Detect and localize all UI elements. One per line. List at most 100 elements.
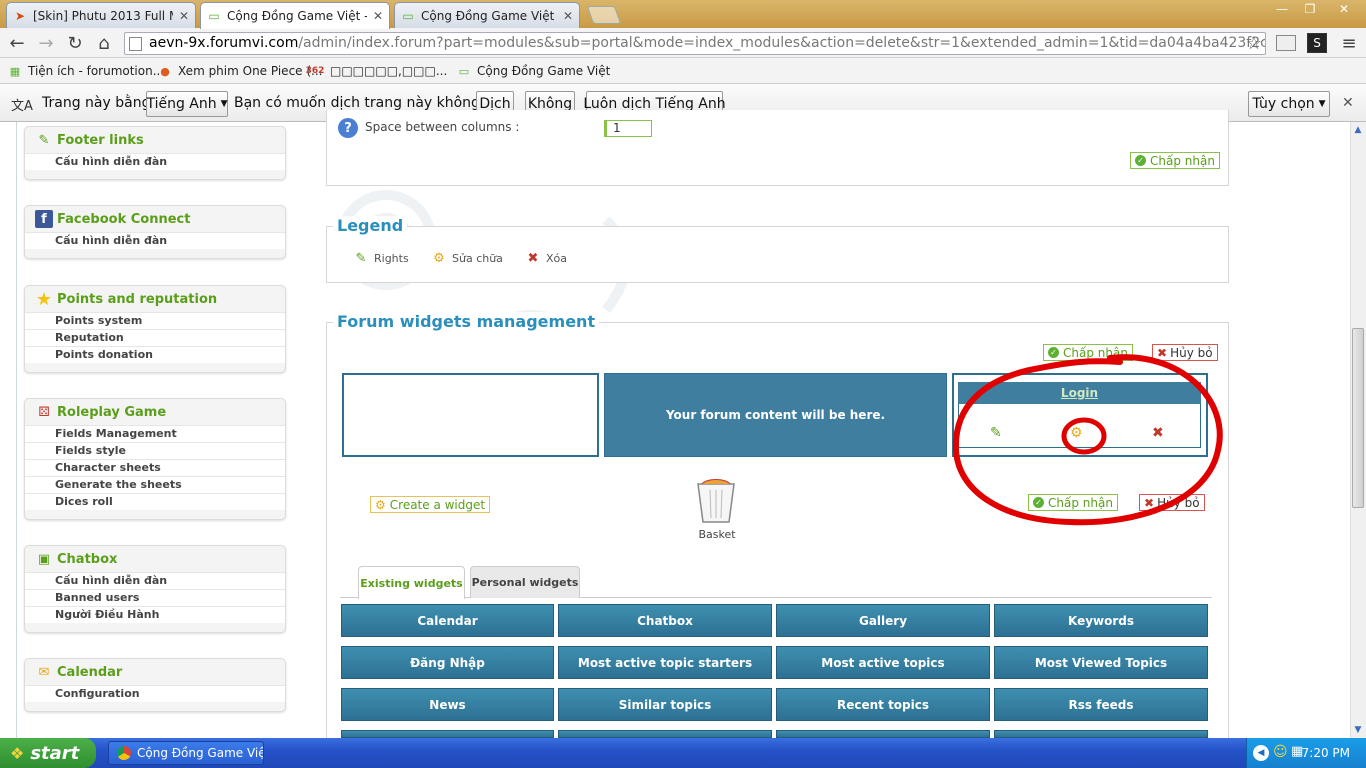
sidebar-box-chatbox: ▣ Chatbox Cấu hình diễn đàn Banned users … <box>24 545 286 633</box>
home-icon[interactable]: ⌂ <box>93 32 115 54</box>
sidebar-item-chatbox-config[interactable]: Cấu hình diễn đàn <box>25 572 285 589</box>
system-tray: ◀ ☺ ▦ 7:20 PM <box>1246 738 1366 768</box>
bookmark-star-icon[interactable]: ☆ <box>1243 32 1265 54</box>
address-bar[interactable]: aevn-9x.forumvi.com/admin/index.forum?pa… <box>124 32 1266 55</box>
sidebar-box-roleplay: ⚄ Roleplay Game Fields Management Fields … <box>24 398 286 520</box>
close-translate-icon[interactable]: ✕ <box>1342 95 1354 111</box>
widget-active-starters[interactable]: Most active topic starters <box>558 646 772 679</box>
widget-viewed-topics[interactable]: Most Viewed Topics <box>994 646 1208 679</box>
close-tab-icon[interactable]: ✕ <box>179 9 189 23</box>
left-widget-column[interactable] <box>342 373 599 457</box>
bookmark-cong-dong[interactable]: ▭ Cộng Đồng Game Việt <box>457 62 611 80</box>
help-icon: ? <box>338 118 358 138</box>
close-tab-icon[interactable]: ✕ <box>563 9 573 23</box>
edit-gear-icon: ⚙ <box>433 250 445 266</box>
widget-recent-topics[interactable]: Recent topics <box>776 688 990 721</box>
speech-bubble-icon: ▭ <box>208 9 220 23</box>
browser-tab-welcome[interactable]: ▭ Cộng Đồng Game Việt - Welc ✕ <box>200 2 390 29</box>
bookmark-tien-ich[interactable]: ▦ Tiện ích - forumotion... <box>8 62 164 80</box>
menu-icon[interactable]: ≡ <box>1338 32 1360 54</box>
facebook-icon: f <box>35 210 53 228</box>
bird-icon: ➤ <box>14 8 26 23</box>
browser-tab-drge[interactable]: ▭ Cộng Đồng Game Việt | DrGe ✕ <box>394 2 580 28</box>
widget-keywords[interactable]: Keywords <box>994 604 1208 637</box>
sidebar-item-character-sheets[interactable]: Character sheets <box>25 459 285 476</box>
footer-links-icon: ✎ <box>38 132 50 148</box>
widget-row-partial[interactable] <box>341 730 554 738</box>
sidebar-item-points-system[interactable]: Points system <box>25 312 285 329</box>
restore-icon[interactable]: ❐ <box>1296 0 1324 18</box>
tab-existing-widgets[interactable]: Existing widgets <box>358 566 465 599</box>
widget-news[interactable]: News <box>341 688 554 721</box>
forward-icon[interactable]: → <box>35 32 57 54</box>
widget-similar-topics[interactable]: Similar topics <box>558 688 772 721</box>
widget-row-partial[interactable] <box>776 730 990 738</box>
sidebar-item-calendar-config[interactable]: Configuration <box>25 685 285 702</box>
forum-content-placeholder: Your forum content will be here. <box>604 373 947 457</box>
extension-s-icon[interactable]: S <box>1307 33 1327 53</box>
widget-row-partial[interactable] <box>994 730 1208 738</box>
browser-tab-skin[interactable]: ➤ [Skin] Phutu 2013 Full MOD ✕ <box>6 2 196 28</box>
tray-smiley-icon[interactable]: ☺ <box>1273 744 1288 760</box>
space-columns-label: Space between columns : <box>365 120 520 134</box>
sidebar-box-points: ★ Points and reputation Points system Rep… <box>24 285 286 373</box>
scroll-up-icon[interactable]: ▲ <box>1350 122 1366 138</box>
settings-accept-button[interactable]: ✓ Chấp nhận <box>1130 152 1220 169</box>
red-annotation <box>952 354 1223 526</box>
translate-prefix: Trang này bằng <box>42 95 151 111</box>
address-host: aevn-9x.forumvi.com <box>149 35 299 51</box>
check-icon: ✓ <box>1135 155 1146 166</box>
scrollbar-thumb[interactable] <box>1352 328 1364 508</box>
sidebar-item-generate-sheets[interactable]: Generate the sheets <box>25 476 285 493</box>
dice-icon: ⚄ <box>38 404 50 420</box>
widget-gallery[interactable]: Gallery <box>776 604 990 637</box>
extension-icon[interactable] <box>1276 35 1296 51</box>
bookmark-one-piece[interactable]: ● Xem phim One Piece (... <box>158 62 322 80</box>
widget-chatbox[interactable]: Chatbox <box>558 604 772 637</box>
delete-x-icon: ✖ <box>527 250 539 266</box>
sidebar-item-fields-management[interactable]: Fields Management <box>25 425 285 442</box>
reload-icon[interactable]: ↻ <box>64 32 86 54</box>
space-columns-input[interactable]: 1 <box>604 120 652 137</box>
window-close-icon[interactable]: ✕ <box>1326 0 1362 18</box>
sidebar-item-footer-config[interactable]: Cấu hình diễn đàn <box>25 153 285 170</box>
sidebar-item-points-donation[interactable]: Points donation <box>25 346 285 363</box>
edit-gear-icon: ⚙ <box>375 497 386 512</box>
sidebar-item-dices-roll[interactable]: Dices roll <box>25 493 285 510</box>
scroll-down-icon[interactable]: ▼ <box>1350 722 1366 738</box>
tray-network-icon[interactable]: ▦ <box>1291 744 1303 759</box>
chevron-down-icon: ▼ <box>220 99 228 109</box>
sidebar-item-moderators[interactable]: Người Điều Hành <box>25 606 285 623</box>
start-button[interactable]: ❖ start <box>0 738 96 768</box>
sidebar-item-banned-users[interactable]: Banned users <box>25 589 285 606</box>
legend-title: Legend <box>333 216 408 235</box>
widget-row-partial[interactable] <box>558 730 772 738</box>
star-icon: ★ <box>35 288 53 310</box>
bookmark-362[interactable]: 362 □□□□□□,□□□... <box>306 62 448 80</box>
close-tab-icon[interactable]: ✕ <box>373 9 383 23</box>
language-select[interactable]: Tiếng Anh ▼ <box>146 91 228 117</box>
legend-item-edit: ⚙ Sửa chữa <box>430 250 503 266</box>
back-icon[interactable]: ← <box>6 32 28 54</box>
taskbar-chrome-window[interactable]: Cộng Đồng Game Việ... <box>108 741 264 765</box>
tray-arrow-icon[interactable]: ◀ <box>1253 745 1269 761</box>
windows-logo-icon: ❖ <box>10 743 25 763</box>
tab-personal-widgets[interactable]: Personal widgets <box>470 566 580 598</box>
create-widget-button[interactable]: ⚙ Create a widget <box>370 496 491 513</box>
address-path: /admin/index.forum?part=modules&sub=port… <box>298 35 1265 51</box>
sidebar-item-reputation[interactable]: Reputation <box>25 329 285 346</box>
sidebar-box-footer-links: ✎ Footer links Cấu hình diễn đàn <box>24 126 286 180</box>
clock: 7:20 PM <box>1301 746 1350 760</box>
rights-icon: ✎ <box>355 250 367 266</box>
widget-rss-feeds[interactable]: Rss feeds <box>994 688 1208 721</box>
minimize-icon[interactable]: — <box>1268 0 1296 18</box>
sidebar-box-calendar: ✉ Calendar Configuration <box>24 658 286 712</box>
widget-calendar[interactable]: Calendar <box>341 604 554 637</box>
sidebar-item-facebook-config[interactable]: Cấu hình diễn đàn <box>25 232 285 249</box>
widget-dang-nhap[interactable]: Đăng Nhập <box>341 646 554 679</box>
chatbox-icon: ▣ <box>37 551 51 567</box>
basket-icon[interactable] <box>694 478 738 524</box>
sidebar-item-fields-style[interactable]: Fields style <box>25 442 285 459</box>
widget-active-topics[interactable]: Most active topics <box>776 646 990 679</box>
translate-options-button[interactable]: Tùy chọn ▼ <box>1248 91 1330 117</box>
